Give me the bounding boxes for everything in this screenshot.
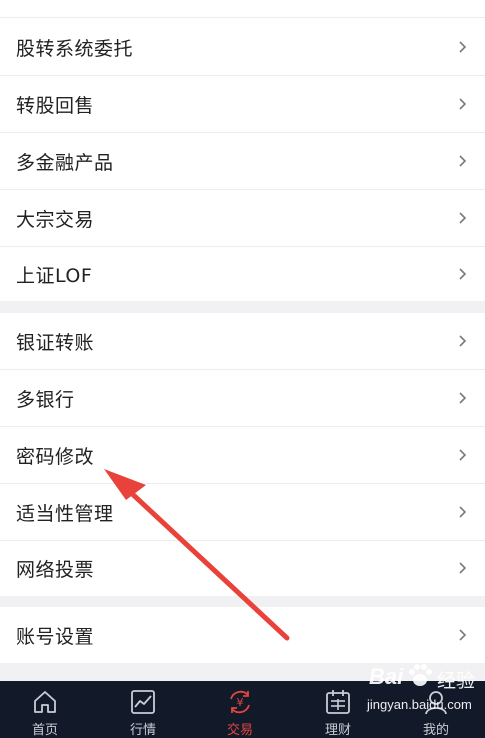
- watermark-brand: Bai: [369, 664, 404, 689]
- menu-item-label: 转股回售: [16, 94, 95, 117]
- home-icon: [34, 691, 56, 713]
- divider: [0, 17, 485, 18]
- menu-group-3: 账号设置: [0, 607, 485, 663]
- menu-item-label: 股转系统委托: [16, 37, 134, 60]
- menu-group-1: 股转系统委托 转股回售 多金融产品 大宗交易 上证LOF: [0, 0, 485, 301]
- baidu-watermark: Bai 经验 jingyan.baidu.com: [367, 662, 485, 738]
- menu-item-label: 多金融产品: [16, 151, 114, 174]
- chevron-right-icon: [459, 506, 467, 518]
- watermark-url: jingyan.baidu.com: [367, 697, 472, 712]
- menu-item-multi-finance-products[interactable]: 多金融产品: [0, 133, 485, 189]
- menu-item-account-settings[interactable]: 账号设置: [0, 607, 485, 663]
- tab-home-label: 首页: [31, 723, 58, 738]
- chevron-right-icon: [459, 335, 467, 347]
- chevron-right-icon: [459, 212, 467, 224]
- calendar-icon: [326, 690, 350, 714]
- tab-trade-label: 交易: [226, 723, 253, 738]
- menu-item-change-password[interactable]: 密码修改: [0, 427, 485, 483]
- tab-home[interactable]: 首页: [5, 681, 85, 738]
- chevron-right-icon: [459, 629, 467, 641]
- menu-item-stock-transfer-system[interactable]: 股转系统委托: [0, 19, 485, 75]
- menu-item-label: 适当性管理: [16, 502, 114, 525]
- menu-item-sse-lof[interactable]: 上证LOF: [0, 246, 485, 302]
- menu-group-2: 银证转账 多银行 密码修改 适当性管理 网络投票: [0, 313, 485, 596]
- menu-item-label: 大宗交易: [16, 208, 95, 231]
- svg-text:¥: ¥: [237, 696, 244, 709]
- chevron-right-icon: [459, 392, 467, 404]
- menu-item-label: 网络投票: [16, 558, 95, 581]
- menu-item-bank-securities-transfer[interactable]: 银证转账: [0, 313, 485, 369]
- menu-item-multi-bank[interactable]: 多银行: [0, 370, 485, 426]
- chevron-right-icon: [459, 98, 467, 110]
- watermark-brand-cn: 经验: [437, 671, 476, 692]
- menu-item-suitability-management[interactable]: 适当性管理: [0, 484, 485, 540]
- menu-item-block-trade[interactable]: 大宗交易: [0, 190, 485, 246]
- trade-exchange-icon: ¥: [230, 690, 250, 714]
- chevron-right-icon: [459, 155, 467, 167]
- menu-item-label: 上证LOF: [16, 264, 93, 287]
- tab-trade[interactable]: ¥ 交易: [200, 681, 280, 738]
- menu-item-label: 多银行: [16, 388, 75, 411]
- tab-quotes-label: 行情: [129, 723, 156, 738]
- chevron-right-icon: [459, 41, 467, 53]
- tab-finance[interactable]: 理财: [298, 681, 378, 738]
- chevron-right-icon: [459, 562, 467, 574]
- tab-finance-label: 理财: [324, 723, 351, 738]
- paw-icon: [409, 664, 432, 686]
- chevron-right-icon: [459, 268, 467, 280]
- menu-item-label: 银证转账: [16, 331, 95, 354]
- menu-item-label: 账号设置: [16, 625, 95, 648]
- menu-item-label: 密码修改: [16, 445, 95, 468]
- chart-icon: [131, 690, 155, 714]
- menu-item-online-voting[interactable]: 网络投票: [0, 540, 485, 596]
- tab-quotes[interactable]: 行情: [103, 681, 183, 738]
- menu-item-convert-resell[interactable]: 转股回售: [0, 76, 485, 132]
- chevron-right-icon: [459, 449, 467, 461]
